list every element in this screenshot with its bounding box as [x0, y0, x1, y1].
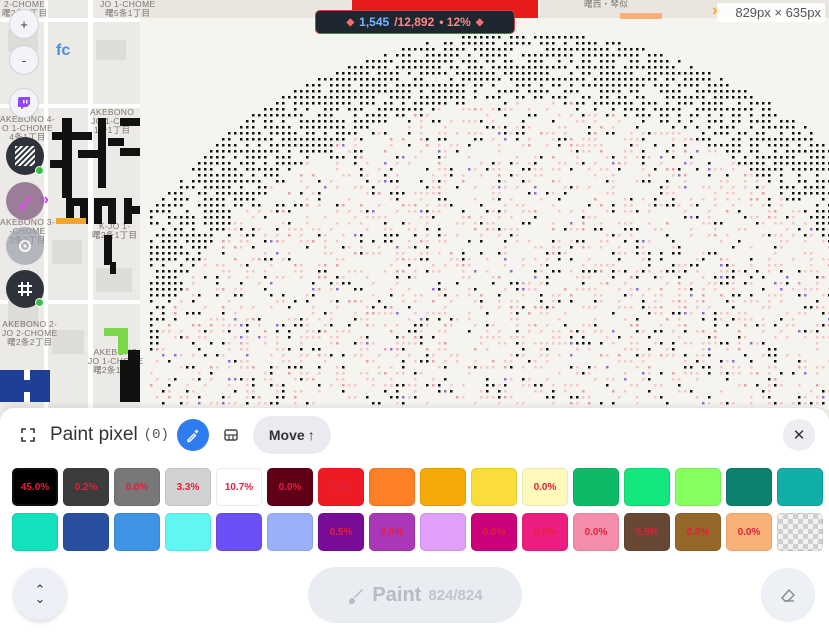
paint-button[interactable]: Paint 824/824	[308, 567, 522, 623]
color-swatch[interactable]	[777, 468, 823, 506]
pixel-glyphs	[50, 118, 140, 402]
color-swatch[interactable]: 0.0%	[522, 468, 568, 506]
color-swatch[interactable]	[726, 468, 772, 506]
brush-icon	[19, 196, 32, 210]
paint-panel: Paint pixel (0) Move ↑ ✕ 45.0% 0.2% 0.0% 3.…	[0, 408, 829, 635]
color-swatch[interactable]	[114, 513, 160, 551]
pixel-green-mark	[118, 336, 128, 354]
zoom-out-button[interactable]: -	[9, 45, 39, 75]
color-picker-button[interactable]	[176, 419, 209, 451]
color-swatch[interactable]: 0.5%	[624, 513, 670, 551]
zoom-in-button[interactable]: +	[9, 9, 39, 39]
status-dot	[35, 166, 44, 175]
color-swatch[interactable]	[63, 513, 109, 551]
color-swatch-transparent[interactable]	[777, 513, 823, 551]
paint-charges: 824/824	[428, 586, 483, 604]
color-swatch[interactable]	[624, 468, 670, 506]
color-swatch[interactable]: 0.0%	[726, 513, 772, 551]
pixel-orange-block	[620, 13, 662, 19]
color-swatch[interactable]	[471, 468, 517, 506]
palette-grid-button[interactable]	[215, 419, 247, 451]
pixel-canvas-map[interactable]: 2-CHOME 曙2条2丁目 JO 1-CHOME 曙5条1丁目 AKEBONO…	[0, 0, 829, 410]
fullscreen-icon	[21, 428, 35, 442]
paint-label: Paint	[372, 583, 422, 606]
settings-button[interactable]	[6, 227, 44, 265]
color-swatch[interactable]: 0.0%	[318, 468, 364, 506]
stripes-icon	[15, 146, 35, 166]
move-button[interactable]: Move ↑	[252, 416, 331, 454]
color-swatch[interactable]	[216, 513, 262, 551]
color-swatch[interactable]: 45.0%	[12, 468, 58, 506]
diamond-icon: ◆	[475, 16, 484, 28]
color-swatch[interactable]: 0.5%	[318, 513, 364, 551]
twitch-icon	[18, 97, 30, 109]
color-swatch[interactable]	[573, 468, 619, 506]
counter-current: 1,545	[359, 15, 390, 29]
color-swatch[interactable]	[675, 468, 721, 506]
color-swatch[interactable]	[369, 468, 415, 506]
counter-total: /12,892	[394, 15, 435, 29]
panel-header: Paint pixel (0) Move ↑ ✕	[14, 416, 815, 454]
pixel-dots	[150, 36, 829, 405]
color-swatch[interactable]	[420, 513, 466, 551]
move-label: Move	[268, 427, 305, 443]
color-swatch[interactable]: 10.7%	[216, 468, 262, 506]
counter-percent: • 12%	[439, 15, 471, 29]
pixel-fc-mark: fc	[56, 42, 71, 59]
size-readout: 829px × 635px	[717, 3, 825, 22]
color-swatch[interactable]: 0.0%	[471, 513, 517, 551]
eraser-icon	[781, 588, 795, 602]
brush-icon	[349, 589, 364, 604]
color-swatch[interactable]	[165, 513, 211, 551]
progress-counter: ◆ 1,545/12,892 • 12% ◆	[315, 10, 515, 34]
color-swatch[interactable]: 0.0%	[522, 513, 568, 551]
pixel-orange-strip	[56, 218, 86, 224]
color-palette: 45.0% 0.2% 0.0% 3.3% 10.7% 0.0% 0.0% 0.0% 0.5% 0.…	[12, 468, 823, 551]
pixel-art-layer	[0, 36, 829, 405]
color-swatch[interactable]	[420, 468, 466, 506]
chevron-down-icon: ⌄	[34, 591, 46, 606]
eraser-button[interactable]	[761, 568, 815, 622]
color-swatch[interactable]: 0.0%	[267, 468, 313, 506]
twitch-button[interactable]	[9, 88, 39, 118]
close-button[interactable]: ✕	[783, 419, 815, 451]
color-swatch[interactable]	[12, 513, 58, 551]
color-swatch[interactable]: 0.0%	[675, 513, 721, 551]
cog-icon	[19, 240, 31, 252]
color-swatch[interactable]: 0.0%	[369, 513, 415, 551]
hash-grid-icon	[18, 282, 32, 296]
eyedropper-icon	[187, 429, 199, 443]
double-chevron-icon: »	[40, 191, 49, 208]
diamond-icon: ◆	[346, 16, 355, 28]
color-swatch[interactable]	[267, 513, 313, 551]
collapse-expand-button[interactable]: ⌃ ⌄	[14, 568, 66, 620]
arrow-up-icon: ↑	[307, 427, 315, 443]
palette-grid-icon	[224, 429, 238, 441]
color-swatch[interactable]: 0.2%	[63, 468, 109, 506]
color-swatch[interactable]: 3.3%	[165, 468, 211, 506]
expand-button[interactable]	[14, 421, 42, 449]
color-swatch[interactable]: 0.0%	[114, 468, 160, 506]
pixel-count: (0)	[143, 427, 169, 443]
eyedropper-tool-button[interactable]	[6, 182, 44, 220]
color-swatch[interactable]: 0.0%	[573, 513, 619, 551]
pixel-green-mark	[104, 328, 128, 336]
panel-title: Paint pixel	[50, 424, 138, 445]
status-dot	[35, 298, 44, 307]
